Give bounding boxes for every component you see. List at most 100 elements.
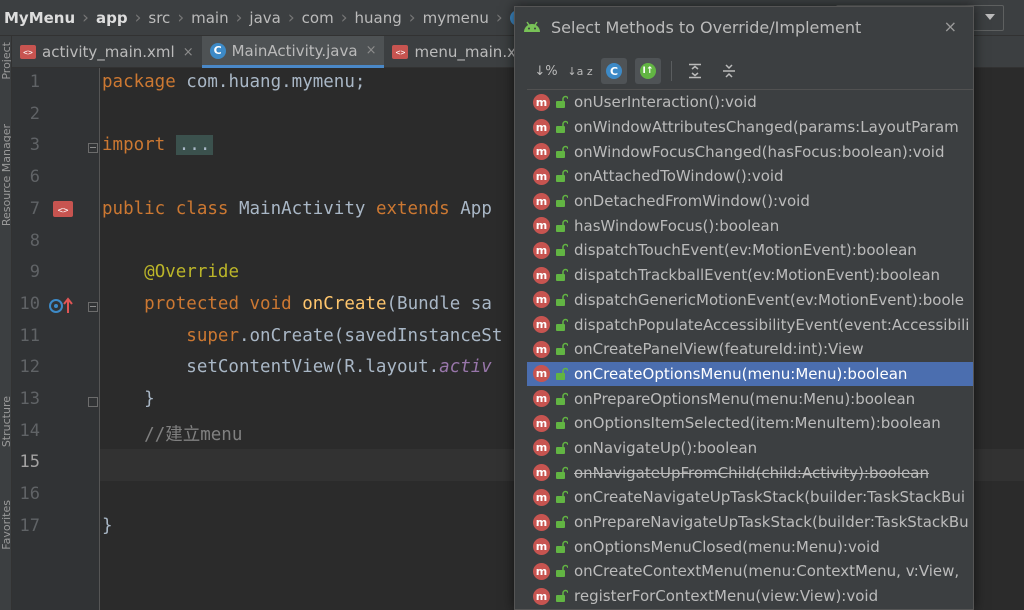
fold-marker-icon[interactable] (88, 397, 98, 407)
sort-by-visibility-button[interactable]: ↓% (533, 58, 559, 84)
method-list-item[interactable]: m onOptionsMenuClosed(menu:Menu):void (527, 534, 973, 559)
line-number: 2 (29, 103, 40, 124)
close-icon[interactable]: × (944, 17, 957, 36)
unlocked-visibility-icon (556, 268, 568, 282)
collapse-all-icon (723, 64, 735, 78)
method-list-item[interactable]: m onCreatePanelView(featureId:int):View (527, 337, 973, 362)
code-line[interactable]: public class MainActivity extends App (102, 199, 492, 219)
method-list-item[interactable]: m onCreateContextMenu(menu:ContextMenu, v… (527, 559, 973, 584)
breadcrumb-separator-icon: › (82, 7, 89, 28)
method-list-item[interactable]: m onNavigateUp():boolean (527, 436, 973, 461)
method-icon: m (533, 587, 550, 605)
code-line[interactable]: } (102, 516, 113, 536)
close-tab-icon[interactable]: × (183, 45, 194, 60)
editor-tab[interactable]: <> activity_main.xml × (12, 36, 202, 68)
method-list-item[interactable]: m hasWindowFocus():boolean (527, 213, 973, 238)
project-tool-tab[interactable]: Project (0, 42, 11, 80)
unlocked-visibility-icon (556, 318, 568, 331)
methods-list: m onUserInteraction():void m onWindowAttrib… (527, 89, 973, 609)
breadcrumb-item[interactable]: mymenu (419, 9, 493, 27)
method-list-item[interactable]: m onWindowFocusChanged(hasFocus:boolean):… (527, 139, 973, 164)
method-signature: onWindowAttributesChanged(params:LayoutP… (574, 118, 959, 137)
breadcrumb-item[interactable]: src (144, 9, 174, 27)
collapse-all-button[interactable] (716, 58, 742, 84)
line-number: 11 (19, 325, 40, 346)
method-signature: hasWindowFocus():boolean (574, 216, 780, 235)
unlocked-visibility-icon (556, 96, 568, 109)
method-signature: onCreateNavigateUpTaskStack(builder:Task… (574, 488, 965, 507)
code-line[interactable]: super.onCreate(savedInstanceSt (102, 326, 502, 346)
method-signature: dispatchGenericMotionEvent(ev:MotionEven… (574, 290, 965, 309)
expand-all-button[interactable] (682, 58, 708, 84)
method-list-item[interactable]: m onPrepareOptionsMenu(menu:Menu):boolean (527, 386, 973, 411)
breadcrumb-separator-icon: › (408, 7, 416, 28)
method-list-item[interactable]: m registerForContextMenu(view:View):void (527, 584, 973, 609)
structure-tool-tab[interactable]: Structure (0, 396, 11, 447)
method-icon: m (533, 365, 550, 383)
method-list-item[interactable]: m dispatchPopulateAccessibilityEvent(even… (527, 312, 973, 337)
code-line[interactable]: protected void onCreate(Bundle sa (102, 294, 492, 314)
unlocked-visibility-icon (556, 367, 568, 380)
breadcrumb-item[interactable]: app (92, 9, 132, 27)
layout-xml-gutter-icon[interactable]: <> (52, 199, 74, 219)
method-list-item[interactable]: m dispatchGenericMotionEvent(ev:MotionEve… (527, 288, 973, 313)
line-number: 9 (29, 262, 40, 283)
code-line[interactable]: setContentView(R.layout.activ (102, 357, 492, 377)
sort-alphabetically-button[interactable]: ↓a z (567, 58, 593, 84)
method-icon: m (533, 143, 550, 161)
method-signature: onCreateOptionsMenu(menu:Menu):boolean (574, 364, 908, 383)
method-list-item[interactable]: m onAttachedToWindow():void (527, 164, 973, 189)
breadcrumb-item[interactable]: java (245, 9, 284, 27)
breadcrumb-item[interactable]: com (298, 9, 338, 27)
breadcrumb-item[interactable]: MyMenu (0, 9, 79, 27)
method-list-item[interactable]: m dispatchTouchEvent(ev:MotionEvent):bool… (527, 238, 973, 263)
method-list-item[interactable]: m onPrepareNavigateUpTaskStack(builder:Ta… (527, 510, 973, 535)
fold-marker-icon[interactable] (88, 143, 98, 154)
close-tab-icon[interactable]: × (366, 43, 377, 58)
line-number: 3 (29, 135, 40, 156)
unlocked-visibility-icon (556, 589, 568, 603)
method-list-item[interactable]: m onUserInteraction():void (527, 90, 973, 115)
unlocked-visibility-icon (556, 491, 568, 504)
method-icon: m (533, 488, 550, 506)
method-signature: dispatchPopulateAccessibilityEvent(event… (574, 315, 970, 334)
favorites-tool-tab[interactable]: Favorites (0, 500, 11, 550)
code-line[interactable]: import ... (102, 135, 214, 156)
method-icon: m (533, 414, 550, 432)
code-line[interactable]: //建立menu (102, 421, 242, 446)
method-icon: m (533, 167, 550, 185)
code-line[interactable]: package com.huang.mymenu; (102, 72, 365, 92)
group-by-class-button[interactable]: C (601, 58, 627, 84)
breadcrumb-item[interactable]: main (187, 9, 232, 27)
unlocked-visibility-icon (556, 417, 568, 430)
dialog-toolbar: ↓% ↓a z C I↑ (533, 57, 750, 85)
overrides-method-gutter-icon[interactable] (48, 296, 80, 316)
unlocked-visibility-icon (556, 244, 568, 257)
unlocked-visibility-icon (556, 120, 568, 134)
method-list-item[interactable]: m dispatchTrackballEvent(ev:MotionEvent):… (527, 263, 973, 288)
method-list-item[interactable]: m onCreateNavigateUpTaskStack(builder:Tas… (527, 485, 973, 510)
svg-text:<>: <> (58, 206, 69, 216)
method-list-item[interactable]: m onNavigateUpFromChild(child:Activity):b… (527, 460, 973, 485)
line-number: 16 (19, 484, 40, 505)
resource-manager-tool-tab[interactable]: Resource Manager (0, 124, 11, 226)
unlocked-visibility-icon (556, 515, 568, 529)
code-line[interactable]: } (102, 389, 155, 409)
show-interfaces-button[interactable]: I↑ (635, 58, 661, 84)
method-list-item[interactable]: m onOptionsItemSelected(item:MenuItem):bo… (527, 411, 973, 436)
method-signature: onPrepareNavigateUpTaskStack(builder:Tas… (574, 513, 969, 532)
unlocked-visibility-icon (556, 293, 568, 306)
line-number-gutter: <> 1 2 3 6 7 8 9 10 11 12 13 14 15 16 17 (12, 68, 100, 610)
method-list-item[interactable]: m onDetachedFromWindow():void (527, 189, 973, 214)
unlocked-visibility-icon (556, 342, 568, 356)
override-methods-dialog: Select Methods to Override/Implement × ↓… (514, 6, 974, 610)
line-number: 12 (19, 357, 40, 378)
dialog-header: Select Methods to Override/Implement × (515, 7, 973, 47)
editor-tab[interactable]: C MainActivity.java × (201, 36, 385, 68)
method-list-item[interactable]: m onWindowAttributesChanged(params:Layout… (527, 115, 973, 140)
method-icon: m (533, 316, 550, 334)
code-line[interactable]: @Override (102, 262, 239, 282)
method-list-item[interactable]: m onCreateOptionsMenu(menu:Menu):boolean (527, 361, 973, 387)
breadcrumb-item[interactable]: huang (351, 9, 406, 27)
fold-marker-icon[interactable] (88, 301, 98, 312)
